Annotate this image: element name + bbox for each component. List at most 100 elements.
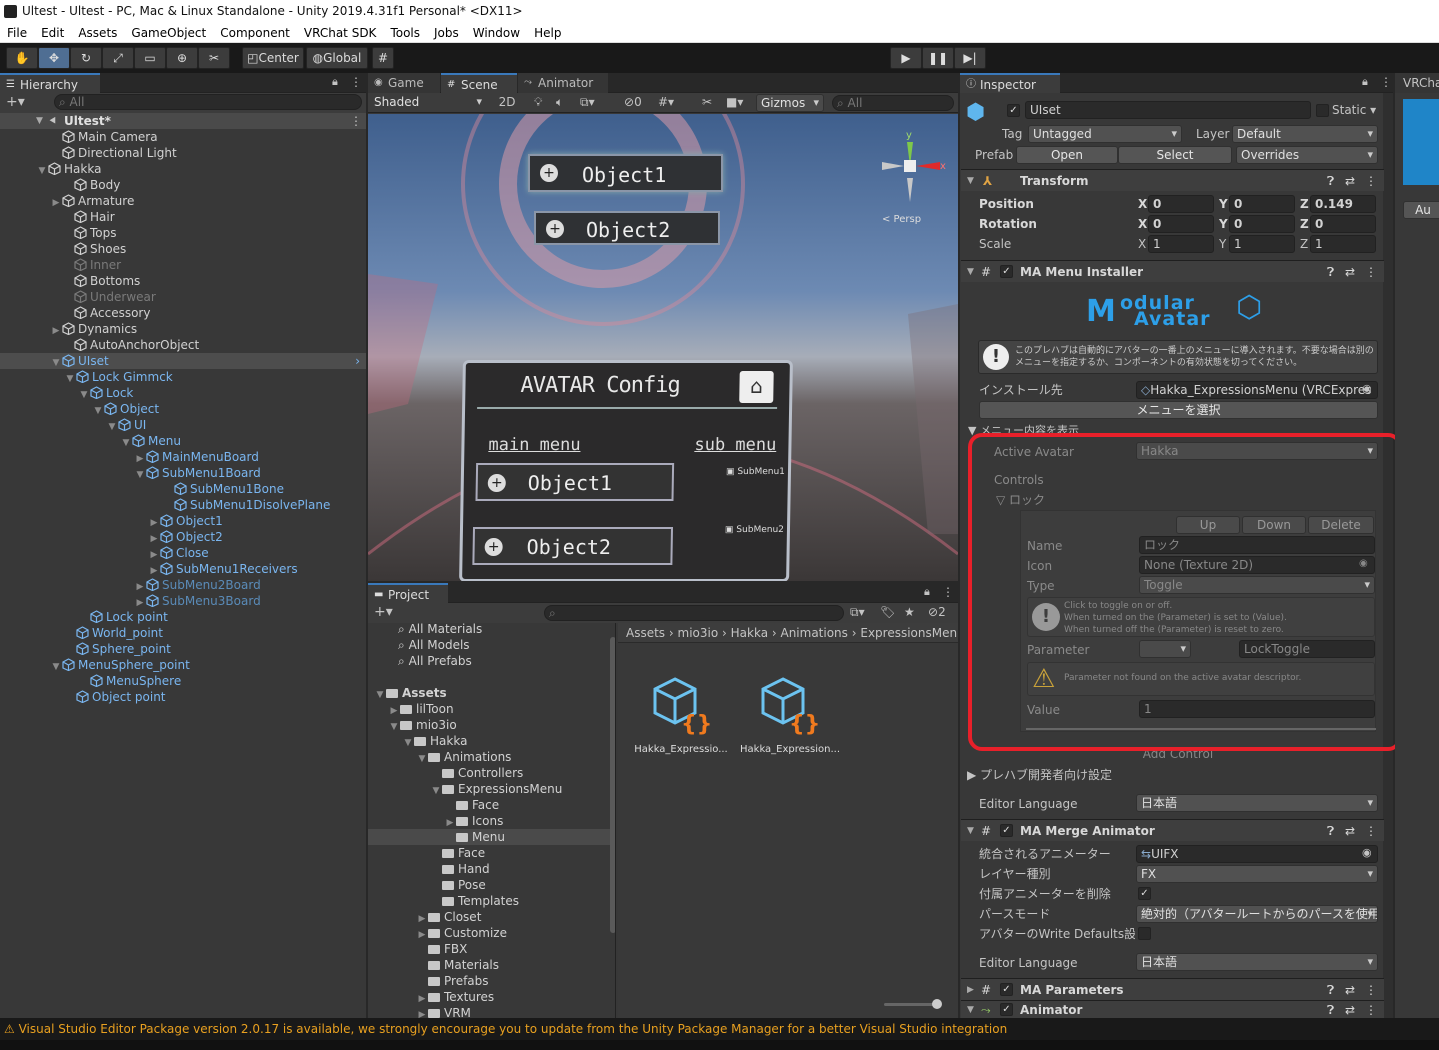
expand-arrow-icon[interactable]: ▶ <box>50 323 62 339</box>
lock-icon[interactable]: 🔒︎ <box>332 75 338 89</box>
scene-search[interactable]: ⌕ All <box>832 95 954 111</box>
menu-installer-header[interactable]: ▼ # ✓ MA Menu Installer ❓︎ ⇄ ⋮ <box>961 260 1384 282</box>
transform-header[interactable]: ▼ ⅄ Transform ❓︎ ⇄ ⋮ <box>961 169 1384 191</box>
favorite-item[interactable]: ⌕ All Models <box>398 637 470 653</box>
expand-arrow-icon[interactable]: ▼ <box>36 163 48 179</box>
menu-jobs[interactable]: Jobs <box>427 23 466 43</box>
play-button[interactable]: ▶ <box>890 47 922 69</box>
hierarchy-item[interactable]: World_point <box>64 625 163 641</box>
hierarchy-item[interactable]: ▶ Object1 <box>148 513 223 529</box>
component-menu-icon[interactable]: ⋮ <box>1365 979 1377 1001</box>
hierarchy-item[interactable]: ▼ UI <box>106 417 147 433</box>
axis-y-label[interactable]: Y <box>1219 236 1226 252</box>
expand-arrow-icon[interactable]: ▼ <box>36 113 43 129</box>
grid-toggle-icon[interactable]: #▾ <box>658 95 674 109</box>
hierarchy-item[interactable]: ▼ UIset › <box>0 353 366 369</box>
layer-type-dropdown[interactable]: FX <box>1136 865 1378 883</box>
path-mode-dropdown[interactable]: 絶対的（アバタールートからのパースを使用） <box>1136 905 1378 923</box>
expand-arrow-icon[interactable]: ▶ <box>50 195 62 211</box>
expand-arrow-icon[interactable]: ▼ <box>416 751 428 767</box>
breadcrumb-expressionsmenu[interactable]: ExpressionsMenu <box>860 626 958 640</box>
hierarchy-item[interactable]: Sphere_point <box>64 641 171 657</box>
axis-z-label[interactable]: Z <box>1300 216 1309 232</box>
hierarchy-item[interactable]: ▼ Lock <box>78 385 134 401</box>
custom-tool-icon[interactable]: ✂ <box>198 47 230 69</box>
expand-arrow-icon[interactable]: ▼ <box>50 355 62 371</box>
breadcrumb-animations[interactable]: Animations <box>780 626 847 640</box>
scale-tool-icon[interactable]: ⤢ <box>102 47 134 69</box>
object-picker-icon[interactable]: ◉ <box>1362 846 1372 859</box>
preset-icon[interactable]: ⇄ <box>1345 170 1355 192</box>
hierarchy-item[interactable]: Accessory <box>62 305 150 321</box>
object-picker-icon[interactable]: ◉ <box>1362 382 1372 395</box>
favorite-item[interactable]: ⌕ All Prefabs <box>398 653 472 669</box>
collapse-arrow-icon[interactable]: ▼ <box>967 820 974 842</box>
help-icon[interactable]: ❓︎ <box>1327 820 1334 842</box>
hierarchy-item[interactable]: AutoAnchorObject <box>62 337 199 353</box>
kebab-menu-icon[interactable]: ⋮ <box>942 585 954 599</box>
pivot-toggle[interactable]: ◰Center <box>242 47 304 69</box>
prefab-dev-foldout[interactable]: ▶ プレハブ開発者向け設定 <box>967 767 1112 783</box>
hierarchy-item[interactable]: ▶ SubMenu3Board <box>134 593 261 609</box>
icon-size-slider-thumb[interactable] <box>932 999 942 1009</box>
breadcrumb-hakka[interactable]: Hakka <box>731 626 768 640</box>
transform-rotation-x-field[interactable]: 0 <box>1148 215 1214 233</box>
expand-arrow-icon[interactable]: ▼ <box>64 371 76 387</box>
expand-arrow-icon[interactable]: ▼ <box>374 687 386 703</box>
project-folder[interactable]: ▶ Closet <box>416 909 482 925</box>
hidden-objects-icon[interactable]: ⊘0 <box>624 95 642 109</box>
prefab-select-button[interactable]: Select <box>1118 146 1232 164</box>
transform-rotation-z-field[interactable]: 0 <box>1310 215 1376 233</box>
pause-button[interactable]: ❚❚ <box>922 47 954 69</box>
animator-field[interactable]: ⇆UIFX <box>1136 845 1378 863</box>
shading-mode-dropdown[interactable]: Shaded <box>370 94 486 112</box>
hierarchy-item[interactable]: ▼ Menu <box>120 433 181 449</box>
effects-icon[interactable]: ⧉▾ <box>580 95 595 110</box>
gizmos-dropdown[interactable]: Gizmos <box>756 94 824 112</box>
kebab-menu-icon[interactable]: ⋮ <box>350 75 362 89</box>
project-folder[interactable]: Controllers <box>430 765 523 781</box>
help-icon[interactable]: ❓︎ <box>1327 170 1334 192</box>
project-folder[interactable]: ▶ lilToon <box>388 701 454 717</box>
tab-inspector[interactable]: ⓘ Inspector <box>960 73 1060 93</box>
expand-arrow-icon[interactable]: ▼ <box>134 467 146 483</box>
menu-assets[interactable]: Assets <box>71 23 124 43</box>
lock-icon[interactable]: 🔒︎ <box>924 585 930 599</box>
collapse-arrow-icon[interactable]: ▼ <box>967 261 974 283</box>
write-defaults-checkbox[interactable] <box>1138 927 1151 940</box>
tab-game[interactable]: ◉ Game <box>368 73 440 93</box>
rotate-tool-icon[interactable]: ↻ <box>70 47 102 69</box>
expand-arrow-icon[interactable]: ▼ <box>430 783 442 799</box>
project-folder[interactable]: Face <box>430 845 485 861</box>
project-search[interactable]: ⌕ <box>544 605 844 621</box>
rect-tool-icon[interactable]: ▭ <box>134 47 166 69</box>
audio-icon[interactable]: 🔈︎ <box>556 95 563 110</box>
layer-dropdown[interactable]: Default <box>1232 125 1378 143</box>
scene-header[interactable]: ▼ ⯇ Ultest* ⋮ <box>0 113 366 129</box>
hierarchy-item[interactable]: Object point <box>64 689 166 705</box>
hierarchy-item[interactable]: ▶ MainMenuBoard <box>134 449 259 465</box>
axis-y-label[interactable]: Y <box>1219 216 1228 232</box>
create-icon[interactable]: +▾ <box>374 604 393 620</box>
prefab-open-button[interactable]: Open <box>1016 146 1118 164</box>
project-folder[interactable]: ▼ mio3io <box>388 717 457 733</box>
axis-x-label[interactable]: X <box>1138 196 1147 212</box>
hand-tool-icon[interactable]: ✋ <box>6 47 38 69</box>
project-folder[interactable]: Pose <box>430 877 486 893</box>
help-icon[interactable]: ❓︎ <box>1327 261 1334 283</box>
menu-tools[interactable]: Tools <box>383 23 427 43</box>
move-tool-icon[interactable]: ✥ <box>38 47 70 69</box>
transform-scale-z-field[interactable]: 1 <box>1310 235 1376 253</box>
hierarchy-item[interactable]: Hair <box>62 209 115 225</box>
project-folder[interactable]: ▼ Animations <box>416 749 512 767</box>
breadcrumb-assets[interactable]: Assets <box>626 626 665 640</box>
component-enabled-checkbox[interactable]: ✓ <box>1000 983 1013 996</box>
merge-animator-header[interactable]: ▼ # ✓ MA Merge Animator ❓︎ ⇄ ⋮ <box>961 819 1384 841</box>
transform-rotation-y-field[interactable]: 0 <box>1229 215 1295 233</box>
transform-scale-y-field[interactable]: 1 <box>1229 235 1295 253</box>
menu-edit[interactable]: Edit <box>34 23 71 43</box>
tag-dropdown[interactable]: Untagged <box>1028 125 1182 143</box>
transform-position-x-field[interactable]: 0 <box>1148 195 1214 213</box>
label-icon[interactable]: 🏷︎ <box>880 605 895 619</box>
component-menu-icon[interactable]: ⋮ <box>1365 1001 1377 1019</box>
